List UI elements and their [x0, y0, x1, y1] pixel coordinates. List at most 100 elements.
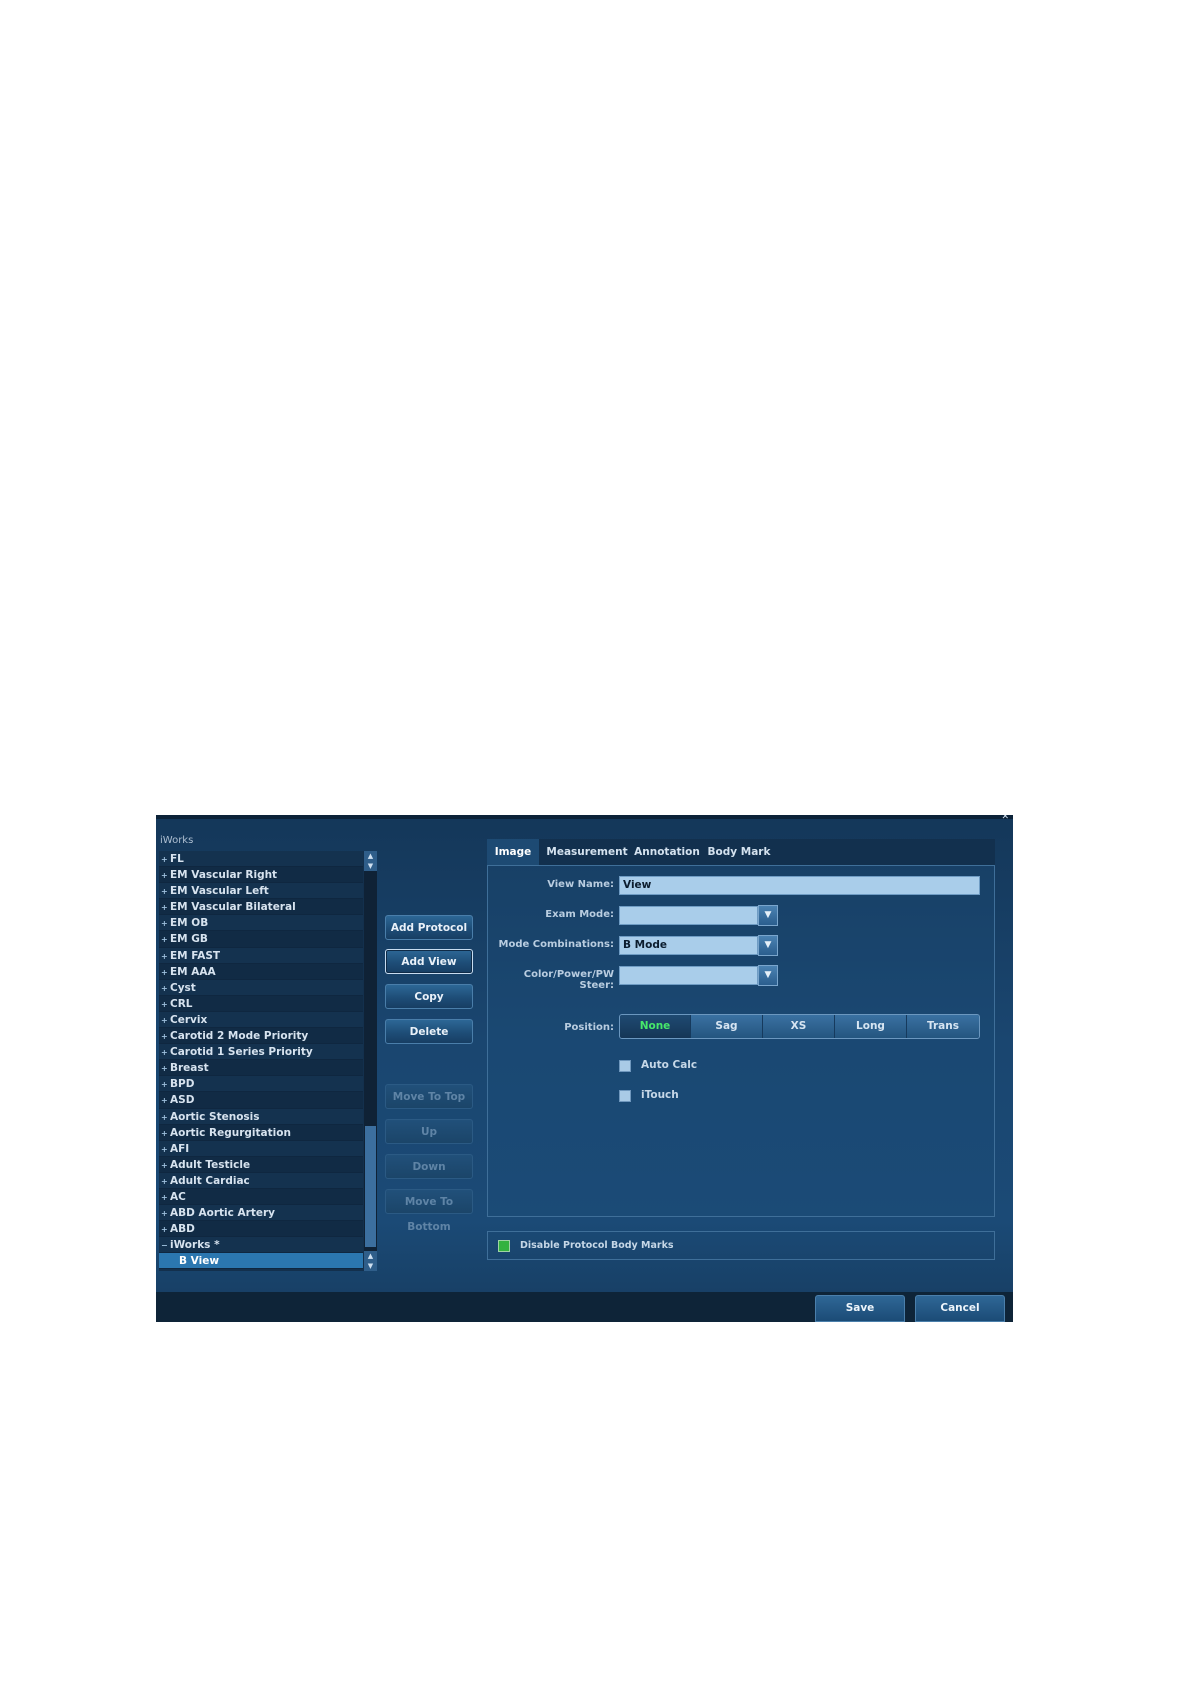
steer-dropdown-icon[interactable]: ▼: [758, 965, 778, 986]
expand-icon[interactable]: +: [161, 1045, 169, 1061]
tree-item[interactable]: + Cervix: [159, 1011, 363, 1029]
expand-icon[interactable]: +: [161, 1174, 169, 1190]
save-button[interactable]: Save: [815, 1295, 905, 1322]
tree-item-label: EM AAA: [170, 965, 216, 978]
expand-icon[interactable]: +: [161, 949, 169, 965]
expand-icon[interactable]: +: [161, 852, 169, 868]
tree-item-label: Carotid 2 Mode Priority: [170, 1030, 309, 1043]
expand-icon[interactable]: +: [161, 900, 169, 916]
expand-icon[interactable]: +: [161, 1126, 169, 1142]
mode-combinations-select[interactable]: B Mode: [619, 936, 758, 955]
expand-icon[interactable]: +: [161, 932, 169, 948]
scroll-down-arrow-icon[interactable]: ▼: [364, 861, 377, 871]
tree-item[interactable]: + AFI: [159, 1140, 363, 1158]
steer-select[interactable]: [619, 966, 758, 985]
tree-item-label: ASD: [170, 1094, 195, 1107]
tree-item[interactable]: + BPD: [159, 1076, 363, 1093]
view-name-input[interactable]: View: [619, 876, 980, 895]
expand-icon[interactable]: +: [161, 997, 169, 1013]
scroll-up-arrow-bottom-icon[interactable]: ▲: [364, 1251, 377, 1261]
position-long-button[interactable]: Long: [835, 1015, 907, 1038]
mode-combinations-dropdown-icon[interactable]: ▼: [758, 935, 778, 956]
tree-item[interactable]: + CRL: [159, 995, 363, 1013]
expand-icon[interactable]: +: [161, 965, 169, 981]
expand-icon[interactable]: +: [161, 1029, 169, 1045]
tab-measurement[interactable]: Measurement: [543, 839, 631, 865]
tree-item[interactable]: + Aortic Regurgitation: [159, 1124, 363, 1142]
tree-item[interactable]: + Aortic Stenosis: [159, 1108, 363, 1126]
tree-item[interactable]: + EM AAA: [159, 963, 363, 981]
add-view-button[interactable]: Add View: [385, 949, 473, 974]
scroll-thumb[interactable]: [365, 1126, 376, 1247]
delete-button[interactable]: Delete: [385, 1019, 473, 1044]
scroll-up-arrow-icon[interactable]: ▲: [364, 851, 377, 861]
expand-icon[interactable]: +: [161, 884, 169, 900]
tree-scrollbar[interactable]: ▲ ▼ ▲ ▼: [364, 851, 377, 1271]
view-name-label: View Name:: [547, 879, 614, 890]
scroll-down-arrow-bottom-icon[interactable]: ▼: [364, 1261, 377, 1271]
add-protocol-button[interactable]: Add Protocol: [385, 915, 473, 940]
tree-item[interactable]: + Adult Cardiac: [159, 1172, 363, 1190]
down-button[interactable]: Down: [385, 1154, 473, 1179]
tree-item[interactable]: + EM OB: [159, 915, 363, 932]
tree-item[interactable]: + ABD: [159, 1221, 363, 1238]
exam-mode-dropdown-icon[interactable]: ▼: [758, 905, 778, 926]
cancel-button[interactable]: Cancel: [915, 1295, 1005, 1322]
tree-item[interactable]: + Breast: [159, 1060, 363, 1077]
tree-item[interactable]: + Carotid 2 Mode Priority: [159, 1028, 363, 1045]
disable-body-marks-label: Disable Protocol Body Marks: [520, 1240, 674, 1251]
tree-item[interactable]: − iWorks *: [159, 1237, 363, 1254]
tree-item-label: B View: [179, 1255, 220, 1268]
expand-icon[interactable]: +: [161, 981, 169, 997]
position-xs-button[interactable]: XS: [763, 1015, 835, 1038]
expand-icon[interactable]: +: [161, 1142, 169, 1158]
tree-item[interactable]: + Carotid 1 Series Priority: [159, 1044, 363, 1061]
itouch-checkbox[interactable]: [619, 1090, 631, 1102]
expand-icon[interactable]: +: [161, 868, 169, 884]
tree-item[interactable]: + Adult Testicle: [159, 1156, 363, 1174]
disable-body-marks-group: Disable Protocol Body Marks: [487, 1231, 995, 1260]
position-label: Position:: [564, 1022, 614, 1033]
tree-item-selected[interactable]: B View: [159, 1253, 363, 1270]
tree-item-label: ABD Aortic Artery: [170, 1207, 275, 1220]
dialog-footer: Save Cancel: [156, 1292, 1013, 1322]
tree-item[interactable]: + EM FAST: [159, 947, 363, 965]
position-none-button[interactable]: None: [620, 1015, 691, 1038]
tree-item-label: AFI: [170, 1142, 190, 1155]
tab-body-mark[interactable]: Body Mark: [705, 839, 773, 865]
tree-item[interactable]: + AC: [159, 1188, 363, 1206]
tree-item[interactable]: + FL: [159, 851, 363, 868]
expand-icon[interactable]: +: [161, 1222, 169, 1238]
exam-mode-select[interactable]: [619, 906, 758, 925]
tree-item[interactable]: + EM Vascular Right: [159, 867, 363, 884]
position-sag-button[interactable]: Sag: [691, 1015, 763, 1038]
tree-item[interactable]: + Cyst: [159, 979, 363, 997]
position-segmented-control: None Sag XS Long Trans: [619, 1014, 980, 1039]
expand-icon[interactable]: +: [161, 1158, 169, 1174]
expand-icon[interactable]: +: [161, 916, 169, 932]
position-trans-button[interactable]: Trans: [907, 1015, 979, 1038]
expand-icon[interactable]: +: [161, 1206, 169, 1222]
tab-image[interactable]: Image: [487, 839, 539, 865]
expand-icon[interactable]: +: [161, 1061, 169, 1077]
tree-item[interactable]: + EM Vascular Left: [159, 883, 363, 900]
expand-icon[interactable]: +: [161, 1110, 169, 1126]
expand-icon[interactable]: +: [161, 1077, 169, 1093]
up-button[interactable]: Up: [385, 1119, 473, 1144]
disable-body-marks-checkbox[interactable]: [498, 1240, 510, 1252]
move-to-bottom-button[interactable]: Move To Bottom: [385, 1189, 473, 1233]
expand-icon[interactable]: +: [161, 1093, 169, 1109]
auto-calc-checkbox[interactable]: [619, 1060, 631, 1072]
tab-annotation[interactable]: Annotation: [633, 839, 701, 865]
image-tab-panel: View Name: View Exam Mode: ▼ Mode Combin…: [487, 865, 995, 1217]
expand-icon[interactable]: +: [161, 1013, 169, 1029]
collapse-icon[interactable]: −: [161, 1238, 169, 1254]
copy-button[interactable]: Copy: [385, 984, 473, 1009]
expand-icon[interactable]: +: [161, 1190, 169, 1206]
tree-item[interactable]: + ASD: [159, 1092, 363, 1109]
tree-item[interactable]: + EM Vascular Bilateral: [159, 899, 363, 916]
tree-item-label: CRL: [170, 997, 193, 1010]
tree-item[interactable]: + EM GB: [159, 931, 363, 948]
tree-item[interactable]: + ABD Aortic Artery: [159, 1205, 363, 1222]
move-to-top-button[interactable]: Move To Top: [385, 1084, 473, 1109]
